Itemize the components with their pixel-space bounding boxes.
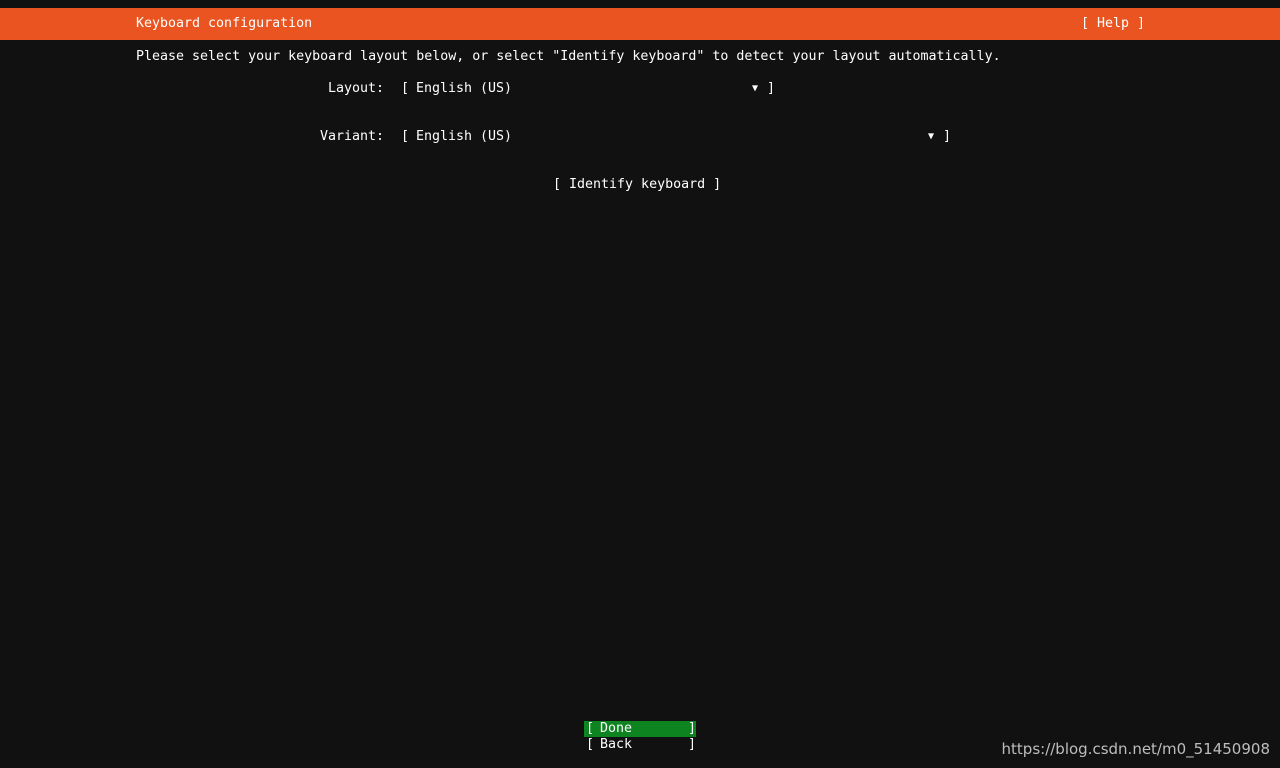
variant-label: Variant:	[319, 129, 384, 144]
variant-open-bracket: [	[401, 129, 410, 144]
layout-close-bracket: ]	[767, 81, 776, 96]
layout-label: Layout:	[327, 81, 384, 96]
instructions-text: Please select your keyboard layout below…	[136, 49, 1001, 64]
layout-dropdown[interactable]: [ English (US) ▼ ]	[401, 81, 781, 97]
layout-open-bracket: [	[401, 81, 410, 96]
done-close-bracket: ]	[688, 721, 697, 736]
done-button[interactable]: [ Done ]	[584, 721, 696, 737]
page-title: Keyboard configuration	[136, 16, 313, 31]
header-bar: Keyboard configuration [ Help ]	[0, 8, 1280, 40]
help-button[interactable]: [ Help ]	[1081, 16, 1145, 32]
done-open-bracket: [	[586, 721, 595, 736]
variant-value: English (US)	[416, 129, 513, 144]
variant-close-bracket: ]	[943, 129, 952, 144]
back-label: Back	[600, 737, 633, 752]
variant-dropdown[interactable]: [ English (US) ▼ ]	[401, 129, 961, 145]
back-close-bracket: ]	[688, 737, 697, 752]
watermark-text: https://blog.csdn.net/m0_51450908	[1001, 740, 1270, 758]
chevron-down-icon: ▼	[928, 131, 935, 142]
layout-value: English (US)	[416, 81, 513, 96]
top-strip	[0, 0, 1280, 8]
identify-keyboard-button[interactable]: [ Identify keyboard ]	[553, 177, 721, 193]
back-button[interactable]: [ Back ]	[584, 737, 696, 753]
back-open-bracket: [	[586, 737, 595, 752]
chevron-down-icon: ▼	[752, 83, 759, 94]
done-label: Done	[600, 721, 633, 736]
